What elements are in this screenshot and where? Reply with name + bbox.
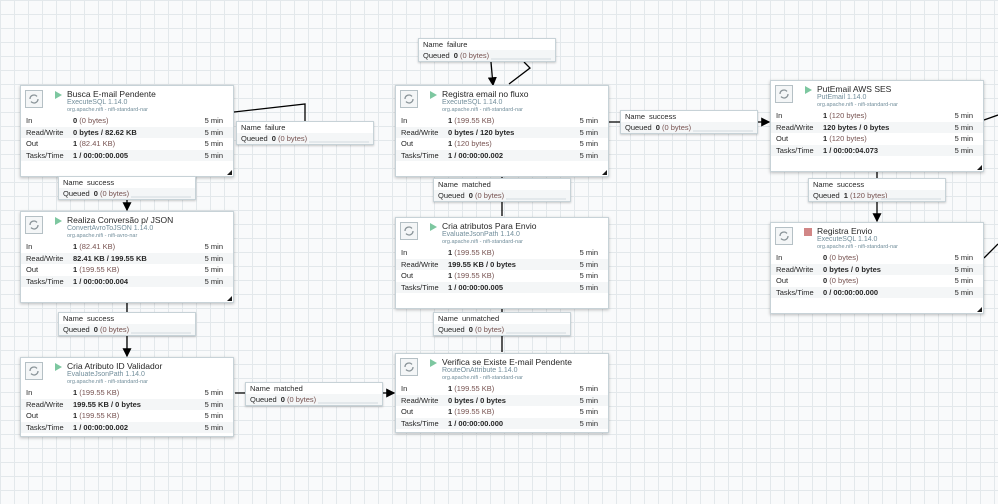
play-icon <box>430 91 437 99</box>
processor-name: Cria Atributo ID Validador <box>67 361 163 371</box>
stat-read-write: Read/Write 199.55 KB / 0 bytes 5 min <box>396 258 608 270</box>
resize-handle[interactable] <box>602 170 607 175</box>
resize-handle[interactable] <box>977 165 982 170</box>
processor-name: Verifica se Existe E-mail Pendente <box>442 357 572 367</box>
stat-out: Out 1 (199.55 KB) 5 min <box>26 265 223 274</box>
stat-read-write: Read/Write 82.41 KB / 199.55 KB 5 min <box>21 252 233 264</box>
processor-bundle: org.apache.nifi - nifi-avro-nar <box>67 233 138 239</box>
processor-realiza-conversao[interactable]: Realiza Conversão p/ JSON ConvertAvroToJ… <box>20 211 234 303</box>
processor-bundle: org.apache.nifi - nifi-standard-nar <box>817 102 899 108</box>
processor-type: ExecuteSQL 1.14.0 <box>442 99 503 106</box>
stat-tasks: Tasks/Time 1 / 00:00:00.004 5 min <box>21 275 233 287</box>
stat-in: In 0 (0 bytes) 5 min <box>776 253 973 262</box>
stat-tasks: Tasks/Time 1 / 00:00:00.005 5 min <box>396 281 608 293</box>
processor-name: PutEmail AWS SES <box>817 84 892 94</box>
stat-out: Out 1 (199.55 KB) 5 min <box>401 271 598 280</box>
processor-type: ExecuteSQL 1.14.0 <box>67 99 128 106</box>
processor-icon <box>400 358 418 376</box>
stat-tasks: Tasks/Time 1 / 00:00:04.073 5 min <box>771 144 983 156</box>
play-icon <box>55 91 62 99</box>
processor-bundle: org.apache.nifi - nifi-standard-nar <box>67 107 149 113</box>
stat-out: Out 1 (199.55 KB) 5 min <box>26 411 223 420</box>
processor-bundle: org.apache.nifi - nifi-standard-nar <box>817 244 899 250</box>
stat-tasks: Tasks/Time 1 / 00:00:00.002 5 min <box>21 421 233 433</box>
connection-success-realiza[interactable]: Name success Queued 0 (0 bytes) <box>58 312 196 336</box>
processor-putemail-aws-ses[interactable]: PutEmail AWS SES PutEmail 1.14.0 org.apa… <box>770 80 984 172</box>
processor-bundle: org.apache.nifi - nifi-standard-nar <box>442 375 524 381</box>
stat-in: In 1 (82.41 KB) 5 min <box>26 242 223 251</box>
processor-type: EvaluateJsonPath 1.14.0 <box>67 371 145 378</box>
play-icon <box>805 86 812 94</box>
processor-type: EvaluateJsonPath 1.14.0 <box>442 231 520 238</box>
stat-tasks: Tasks/Time 1 / 00:00:00.005 5 min <box>21 149 233 161</box>
processor-bundle: org.apache.nifi - nifi-standard-nar <box>67 379 149 385</box>
play-icon <box>430 359 437 367</box>
processor-icon <box>775 85 793 103</box>
connection-matched-cria[interactable]: Name matched Queued 0 (0 bytes) <box>245 382 383 406</box>
stat-read-write: Read/Write 0 bytes / 120 bytes 5 min <box>396 126 608 138</box>
stat-read-write: Read/Write 199.55 KB / 0 bytes 5 min <box>21 398 233 410</box>
stat-in: In 1 (199.55 KB) 5 min <box>401 116 598 125</box>
stat-out: Out 0 (0 bytes) 5 min <box>776 276 973 285</box>
processor-type: ConvertAvroToJSON 1.14.0 <box>67 225 154 232</box>
connection-matched-envio[interactable]: Name matched Queued 0 (0 bytes) <box>433 178 571 202</box>
processor-name: Realiza Conversão p/ JSON <box>67 215 174 225</box>
processor-registra-email-fluxo[interactable]: Registra email no fluxo ExecuteSQL 1.14.… <box>395 85 609 177</box>
processor-bundle: org.apache.nifi - nifi-standard-nar <box>442 107 524 113</box>
stat-in: In 1 (199.55 KB) 5 min <box>401 248 598 257</box>
connection-unmatched[interactable]: Name unmatched Queued 0 (0 bytes) <box>433 312 571 336</box>
processor-icon <box>775 227 793 245</box>
connection-success-busca[interactable]: Name success Queued 0 (0 bytes) <box>58 176 196 200</box>
connection-success-registra[interactable]: Name success Queued 0 (0 bytes) <box>620 110 758 134</box>
processor-verifica-email[interactable]: Verifica se Existe E-mail Pendente Route… <box>395 353 609 433</box>
play-icon <box>55 217 62 225</box>
stat-tasks: Tasks/Time 1 / 00:00:00.002 5 min <box>396 149 608 161</box>
wire-registra-failure <box>487 61 497 87</box>
connection-failure-registra[interactable]: Name failure Queued 0 (0 bytes) <box>418 38 556 62</box>
stat-tasks: Tasks/Time 0 / 00:00:00.000 5 min <box>771 286 983 298</box>
processor-name: Busca E-mail Pendente <box>67 89 156 99</box>
play-icon <box>430 223 437 231</box>
processor-cria-atributos-envio[interactable]: Cria atributos Para Envio EvaluateJsonPa… <box>395 217 609 309</box>
processor-name: Registra Envio <box>817 226 873 236</box>
stat-in: In 1 (199.55 KB) 5 min <box>401 384 598 393</box>
stat-in: In 1 (120 bytes) 5 min <box>776 111 973 120</box>
processor-icon <box>400 222 418 240</box>
stat-out: Out 1 (199.55 KB) 5 min <box>401 407 598 416</box>
stat-read-write: Read/Write 120 bytes / 0 bytes 5 min <box>771 121 983 133</box>
resize-handle[interactable] <box>977 307 982 312</box>
processor-registra-envio[interactable]: Registra Envio ExecuteSQL 1.14.0 org.apa… <box>770 222 984 314</box>
stat-read-write: Read/Write 0 bytes / 0 bytes 5 min <box>771 263 983 275</box>
stop-icon <box>804 228 812 236</box>
connection-failure-busca[interactable]: Name failure Queued 0 (0 bytes) <box>236 121 374 145</box>
play-icon <box>55 363 62 371</box>
resize-handle[interactable] <box>227 296 232 301</box>
processor-icon <box>400 90 418 108</box>
stat-out: Out 1 (82.41 KB) 5 min <box>26 139 223 148</box>
connection-success-putemail[interactable]: Name success Queued 1 (120 bytes) <box>808 178 946 202</box>
processor-type: RouteOnAttribute 1.14.0 <box>442 367 518 374</box>
processor-icon <box>25 90 43 108</box>
processor-icon <box>25 362 43 380</box>
processor-name: Cria atributos Para Envio <box>442 221 537 231</box>
processor-type: PutEmail 1.14.0 <box>817 94 867 101</box>
processor-name: Registra email no fluxo <box>442 89 529 99</box>
stat-read-write: Read/Write 0 bytes / 0 bytes 5 min <box>396 394 608 406</box>
stat-in: In 1 (199.55 KB) 5 min <box>26 388 223 397</box>
stat-tasks: Tasks/Time 1 / 00:00:00.000 5 min <box>396 417 608 429</box>
processor-icon <box>25 216 43 234</box>
stat-out: Out 1 (120 bytes) 5 min <box>776 134 973 143</box>
processor-type: ExecuteSQL 1.14.0 <box>817 236 878 243</box>
resize-handle[interactable] <box>227 170 232 175</box>
stat-in: In 0 (0 bytes) 5 min <box>26 116 223 125</box>
stat-out: Out 1 (120 bytes) 5 min <box>401 139 598 148</box>
processor-cria-atributo-id[interactable]: Cria Atributo ID Validador EvaluateJsonP… <box>20 357 234 437</box>
processor-busca-email[interactable]: Busca E-mail Pendente ExecuteSQL 1.14.0 … <box>20 85 234 177</box>
stat-read-write: Read/Write 0 bytes / 82.62 KB 5 min <box>21 126 233 138</box>
processor-bundle: org.apache.nifi - nifi-standard-nar <box>442 239 524 245</box>
